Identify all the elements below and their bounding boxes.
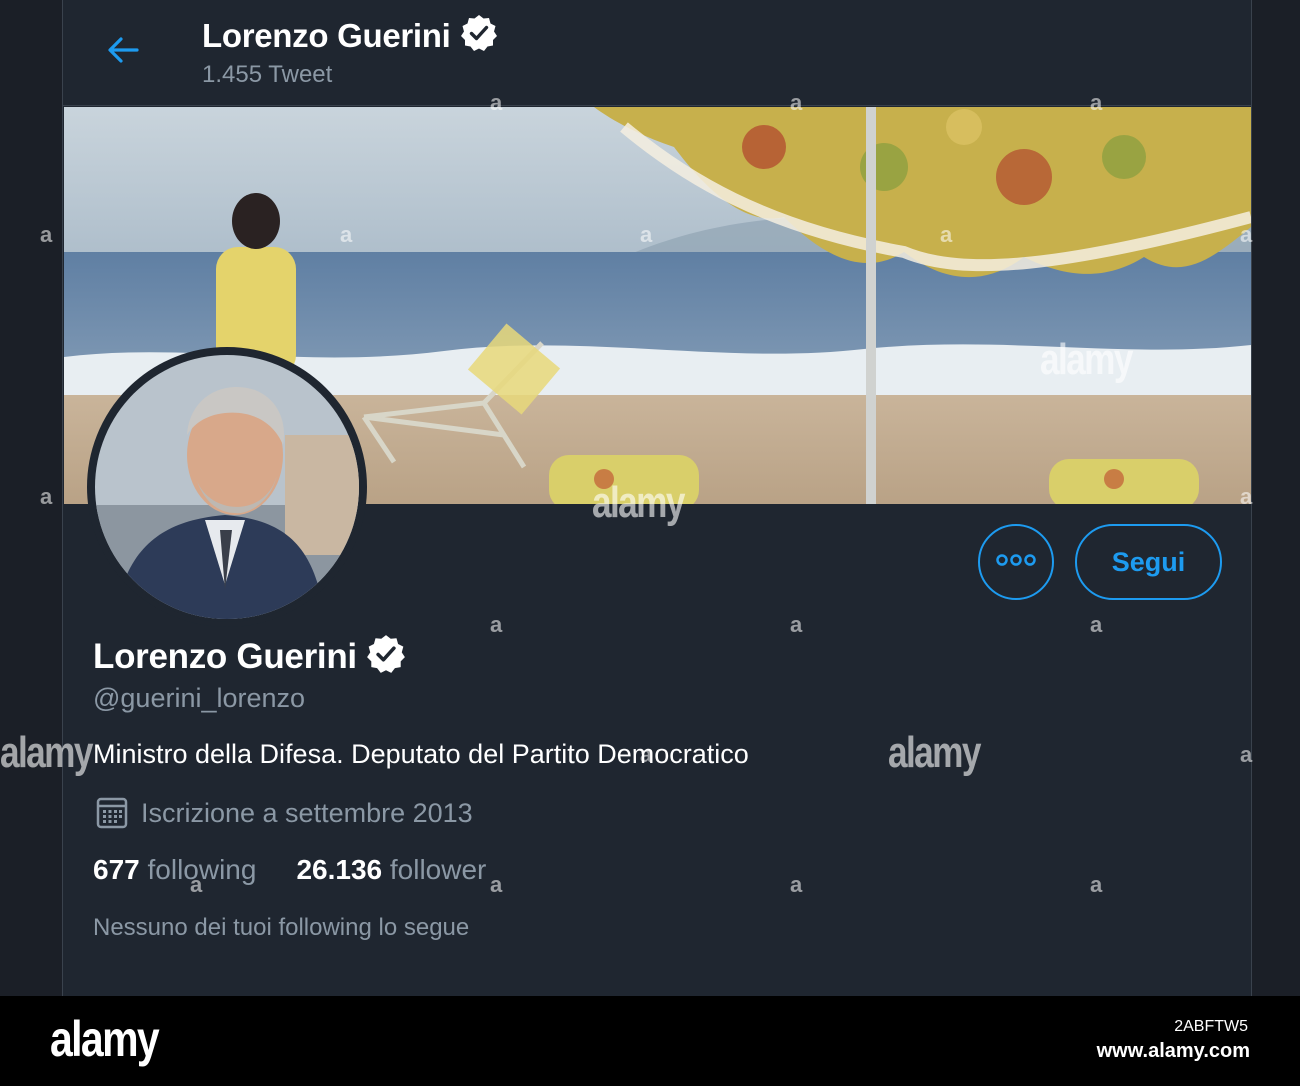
avatar[interactable] xyxy=(87,347,367,627)
profile-column: Lorenzo Guerini 1.455 Tweet Segui Lorenz… xyxy=(62,0,1252,996)
profile-stats: 677 following 26.136 follower xyxy=(93,854,526,886)
left-gutter xyxy=(0,0,62,996)
calendar-icon xyxy=(95,796,129,830)
more-dots-icon xyxy=(996,553,1036,571)
avatar-photo xyxy=(95,355,359,619)
join-date: Iscrizione a settembre 2013 xyxy=(95,796,473,830)
join-date-text: Iscrizione a settembre 2013 xyxy=(141,797,473,828)
footer-url: www.alamy.com xyxy=(1096,1040,1250,1062)
followers-link[interactable]: 26.136 follower xyxy=(296,854,486,886)
following-count: 677 xyxy=(93,854,140,885)
back-arrow-icon xyxy=(106,35,140,70)
header-name: Lorenzo Guerini xyxy=(202,16,451,54)
following-label: following xyxy=(147,854,257,885)
followers-count: 26.136 xyxy=(296,854,383,885)
profile-header: Lorenzo Guerini 1.455 Tweet xyxy=(63,0,1251,106)
header-title: Lorenzo Guerini xyxy=(202,13,499,58)
profile-name-row: Lorenzo Guerini xyxy=(93,633,407,680)
footer-image-id: 2ABFTW5 xyxy=(1174,1018,1248,1035)
back-button[interactable] xyxy=(101,30,145,74)
profile-handle: @guerini_lorenzo xyxy=(93,683,306,713)
stock-footer: alamy 2ABFTW5 www.alamy.com xyxy=(0,996,1300,1086)
profile-bio: Ministro della Difesa. Deputato del Part… xyxy=(93,739,749,769)
verified-badge-icon xyxy=(459,13,499,58)
following-link[interactable]: 677 following xyxy=(93,854,256,886)
verified-badge-icon xyxy=(365,633,407,680)
right-gutter xyxy=(1252,0,1300,996)
profile-name: Lorenzo Guerini xyxy=(93,636,357,676)
more-options-button[interactable] xyxy=(978,524,1054,600)
follow-button[interactable]: Segui xyxy=(1075,524,1222,600)
tweet-count: 1.455 Tweet xyxy=(202,61,333,88)
followers-label: follower xyxy=(389,854,487,885)
footer-logo: alamy xyxy=(50,1011,160,1067)
followed-by-note: Nessuno dei tuoi following lo segue xyxy=(93,914,470,941)
